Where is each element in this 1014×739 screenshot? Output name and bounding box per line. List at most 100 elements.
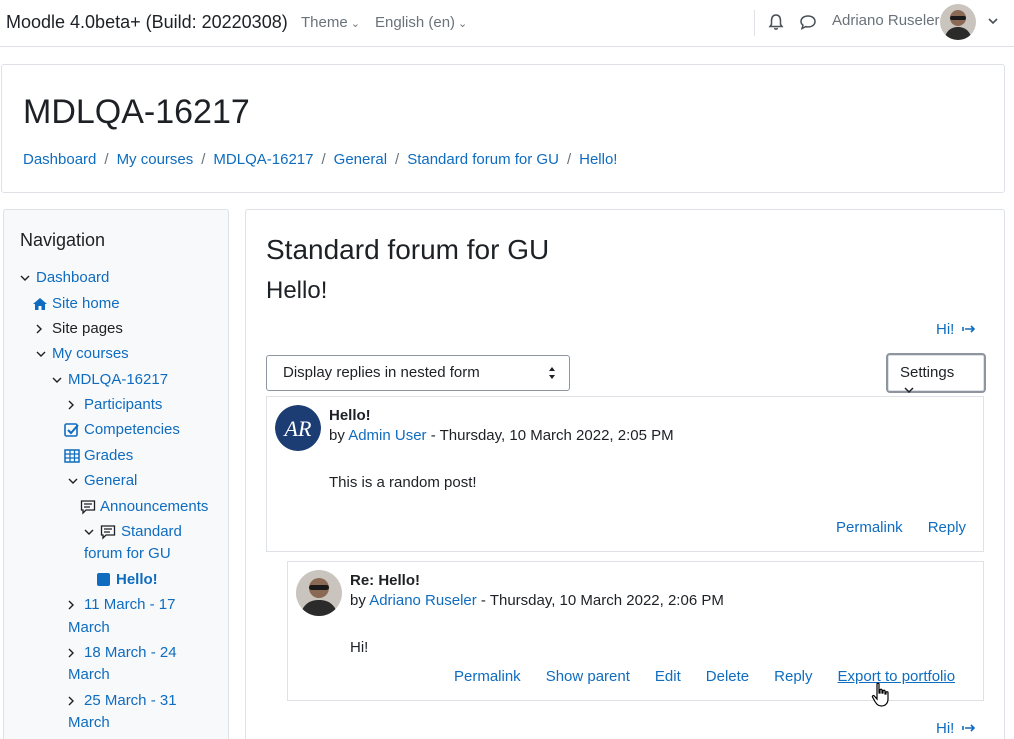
chevron-down-icon: ⌄ (458, 18, 468, 30)
theme-menu[interactable]: Theme ⌄ (301, 14, 360, 31)
bell-icon[interactable] (766, 12, 786, 32)
post-by-label: by (350, 592, 366, 609)
user-avatar[interactable] (940, 4, 976, 40)
chevron-right-icon[interactable] (66, 696, 76, 706)
chevron-right-icon[interactable] (34, 324, 44, 334)
breadcrumb-item-my-courses[interactable]: My courses (117, 151, 194, 168)
select-arrows-icon (549, 367, 555, 379)
chevron-down-icon[interactable] (84, 527, 94, 537)
nav-item-standard-forum-line2[interactable]: forum for GU (84, 543, 171, 565)
navigation-block-title: Navigation (20, 230, 106, 250)
nav-item-dashboard[interactable]: Dashboard (36, 267, 109, 289)
nav-item-week-18-march[interactable]: 18 March - 24 (84, 642, 177, 664)
main-region: Standard forum for GU Hello! Hi! Display… (245, 209, 1005, 739)
post-content: Hi! (350, 639, 369, 656)
post-author-link[interactable]: Admin User (348, 427, 426, 444)
chevron-down-icon (904, 387, 914, 394)
nav-item-competencies[interactable]: Competencies (84, 419, 180, 441)
nav-item-my-courses[interactable]: My courses (52, 343, 129, 365)
nav-item-participants[interactable]: Participants (84, 394, 162, 416)
post-byline: by Adriano Ruseler - Thursday, 10 March … (350, 592, 724, 609)
breadcrumb-item-section[interactable]: General (334, 151, 387, 168)
chevron-down-icon[interactable] (36, 349, 46, 359)
reply-link[interactable]: Reply (928, 519, 966, 536)
language-menu[interactable]: English (en) ⌄ (375, 14, 467, 31)
svg-text:AR: AR (283, 416, 312, 441)
permalink-link[interactable]: Permalink (836, 519, 903, 536)
reply-link[interactable]: Reply (774, 668, 812, 685)
settings-button[interactable]: Settings (886, 353, 986, 394)
next-discussion-label: Hi! (936, 321, 955, 338)
navigation-block: Navigation Dashboard Site home Site page… (3, 209, 229, 739)
chevron-right-icon[interactable] (66, 648, 76, 658)
breadcrumb-separator: / (566, 151, 572, 168)
navbar-divider (754, 10, 755, 36)
post-subject: Hello! (329, 407, 371, 424)
page-header: MDLQA-16217 Dashboard / My courses / MDL… (1, 64, 1005, 193)
nav-item-standard-forum-line1[interactable]: Standard (121, 521, 182, 543)
post-by-label: by (329, 427, 345, 444)
messages-icon[interactable] (798, 12, 818, 32)
nav-item-week-25-march[interactable]: 25 March - 31 (84, 690, 177, 712)
nav-item-week-25-march-line2[interactable]: March (68, 712, 110, 734)
breadcrumb-separator: / (201, 151, 206, 168)
edit-link[interactable]: Edit (655, 668, 681, 685)
display-mode-select[interactable]: Display replies in nested form (266, 355, 570, 391)
show-parent-link[interactable]: Show parent (546, 668, 630, 685)
hand-cursor-icon (871, 682, 889, 707)
chevron-down-icon[interactable] (986, 14, 1000, 28)
chevron-right-icon[interactable] (66, 400, 76, 410)
arrow-right-icon (961, 325, 975, 333)
nav-item-site-home[interactable]: Site home (52, 293, 120, 315)
nav-item-week-11-march[interactable]: 11 March - 17 (84, 594, 175, 616)
breadcrumb-separator: / (395, 151, 400, 168)
breadcrumb-item-dashboard[interactable]: Dashboard (23, 151, 96, 168)
forum-title: Standard forum for GU (266, 234, 550, 265)
breadcrumb-item-course[interactable]: MDLQA-16217 (213, 151, 313, 168)
breadcrumb-separator: / (104, 151, 109, 168)
next-discussion-link[interactable]: Hi! (936, 321, 976, 338)
post-byline: by Admin User - Thursday, 10 March 2022,… (329, 427, 674, 444)
home-icon (33, 298, 47, 310)
breadcrumb: Dashboard / My courses / MDLQA-16217 / G… (23, 151, 617, 168)
nav-item-week-11-march-line2[interactable]: March (68, 617, 110, 639)
settings-button-label: Settings (900, 364, 955, 381)
author-avatar[interactable]: AR (275, 405, 321, 451)
post-date: - Thursday, 10 March 2022, 2:06 PM (480, 592, 724, 609)
post-content: This is a random post! (329, 474, 477, 491)
breadcrumb-item-forum[interactable]: Standard forum for GU (407, 151, 559, 168)
post-actions: Permalink Reply (836, 519, 966, 536)
chevron-down-icon[interactable] (68, 476, 78, 486)
chevron-down-icon[interactable] (52, 375, 62, 385)
export-to-portfolio-link[interactable]: Export to portfolio (838, 668, 956, 685)
table-icon (64, 449, 80, 463)
theme-menu-label: Theme (301, 14, 348, 31)
forum-icon (100, 525, 116, 540)
page-title: MDLQA-16217 (23, 93, 250, 131)
nav-item-site-pages[interactable]: Site pages (52, 318, 123, 340)
post-subject: Re: Hello! (350, 572, 421, 589)
permalink-link[interactable]: Permalink (454, 668, 521, 685)
forum-post-reply: Re: Hello! by Adriano Ruseler - Thursday… (287, 561, 984, 701)
post-date: - Thursday, 10 March 2022, 2:05 PM (430, 427, 674, 444)
nav-item-course[interactable]: MDLQA-16217 (68, 369, 168, 391)
nav-item-hello-active[interactable]: Hello! (116, 569, 158, 591)
delete-link[interactable]: Delete (706, 668, 749, 685)
author-avatar[interactable] (296, 570, 342, 616)
arrow-right-icon (961, 724, 975, 732)
nav-item-announcements[interactable]: Announcements (100, 496, 208, 518)
site-brand[interactable]: Moodle 4.0beta+ (Build: 20220308) (6, 12, 288, 33)
nav-item-week-18-march-line2[interactable]: March (68, 664, 110, 686)
nav-item-general[interactable]: General (84, 470, 137, 492)
post-author-link[interactable]: Adriano Ruseler (369, 592, 477, 609)
breadcrumb-item-discussion[interactable]: Hello! (579, 151, 617, 168)
top-navbar: Moodle 4.0beta+ (Build: 20220308) Theme ⌄… (0, 0, 1014, 47)
nav-item-grades[interactable]: Grades (84, 445, 133, 467)
display-mode-value: Display replies in nested form (283, 364, 480, 381)
next-discussion-link-bottom[interactable]: Hi! (936, 720, 976, 737)
user-name[interactable]: Adriano Ruseler (832, 12, 940, 29)
chevron-down-icon[interactable] (20, 273, 30, 283)
chevron-right-icon[interactable] (66, 600, 76, 610)
forum-post: AR Hello! by Admin User - Thursday, 10 M… (266, 396, 984, 552)
next-discussion-label: Hi! (936, 720, 955, 737)
